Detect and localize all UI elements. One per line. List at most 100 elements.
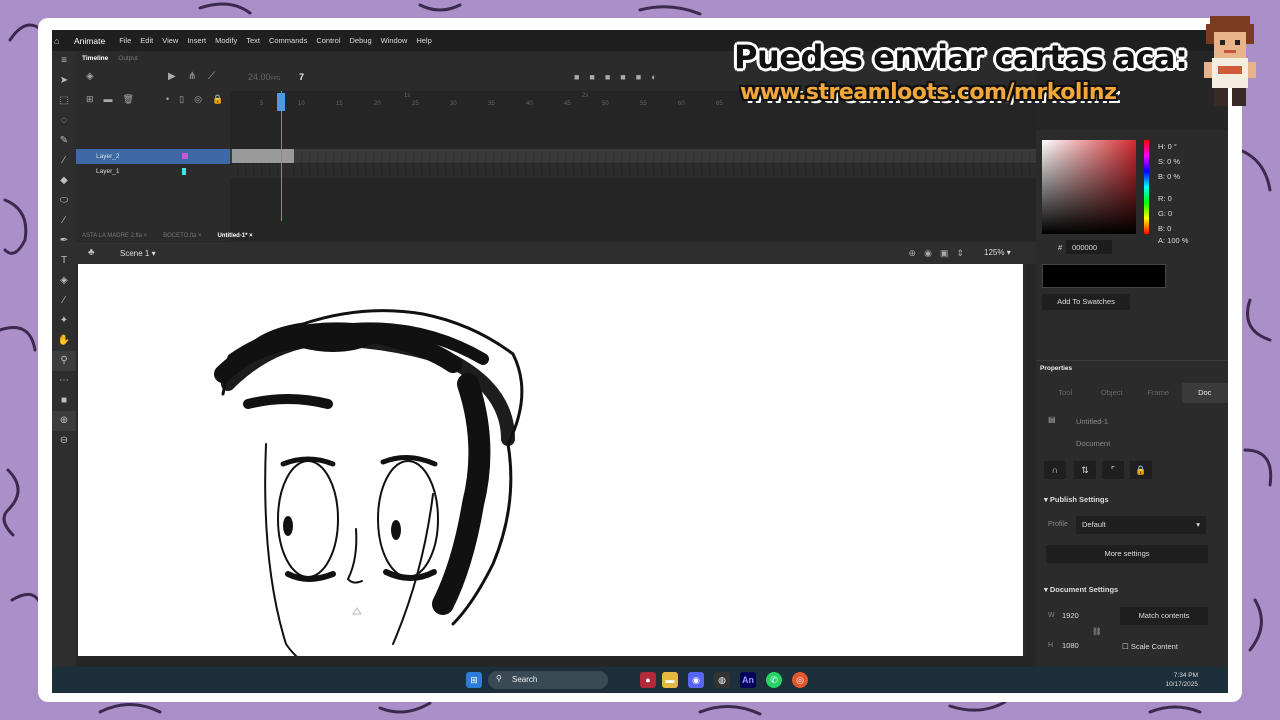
chrome-icon[interactable]: ◎ bbox=[792, 672, 808, 688]
tab-output[interactable]: Output bbox=[118, 55, 138, 62]
saturation-value[interactable]: S: 0 % bbox=[1158, 157, 1180, 166]
scene-selector[interactable]: Scene 1 ▾ bbox=[120, 249, 156, 258]
oval-tool-icon[interactable]: ⬭ bbox=[52, 191, 76, 211]
menu-insert[interactable]: Insert bbox=[187, 36, 206, 45]
lock-doc-icon[interactable]: 🔒 bbox=[1130, 461, 1152, 479]
highlight-icon[interactable]: • bbox=[166, 94, 169, 105]
brush-icon[interactable]: ✎ bbox=[52, 131, 76, 151]
tab-object[interactable]: Object bbox=[1089, 383, 1136, 403]
scale-content-checkbox[interactable]: ☐ Scale Content bbox=[1122, 642, 1178, 651]
playback-controls[interactable]: ■■■■■◐ bbox=[574, 72, 667, 82]
corner-icon[interactable]: ⌜ bbox=[1102, 461, 1124, 479]
visibility-icon[interactable]: ◎ bbox=[194, 94, 202, 105]
selection-tool-icon[interactable]: ➤ bbox=[52, 71, 76, 91]
green-value[interactable]: G: 0 bbox=[1158, 209, 1172, 218]
hex-input[interactable]: 000000 bbox=[1066, 240, 1112, 254]
menu-text[interactable]: Text bbox=[246, 36, 260, 45]
obs-icon[interactable]: ◍ bbox=[714, 672, 730, 688]
frame-row-layer2[interactable] bbox=[230, 149, 1036, 163]
red-value[interactable]: R: 0 bbox=[1158, 194, 1172, 203]
pen-tool-icon[interactable]: ✒ bbox=[52, 231, 76, 251]
graph-icon[interactable]: ⟋ bbox=[208, 71, 215, 82]
hand-tool-icon[interactable]: ✋ bbox=[52, 331, 76, 351]
more-tools-icon[interactable]: ⋯ bbox=[52, 371, 76, 391]
menu-modify[interactable]: Modify bbox=[215, 36, 237, 45]
color-picker[interactable] bbox=[1042, 140, 1136, 234]
menu-view[interactable]: View bbox=[162, 36, 178, 45]
eyedropper-icon[interactable]: ⁄ bbox=[52, 291, 76, 311]
menu-debug[interactable]: Debug bbox=[350, 36, 372, 45]
hue-slider[interactable] bbox=[1144, 140, 1149, 234]
alpha-value[interactable]: A: 100 % bbox=[1158, 236, 1188, 245]
tab-frame[interactable]: Frame bbox=[1135, 383, 1182, 403]
system-clock[interactable]: 7:34 PM 10/17/2025 bbox=[1165, 671, 1198, 689]
app-icon[interactable]: ● bbox=[640, 672, 656, 688]
menu-commands[interactable]: Commands bbox=[269, 36, 307, 45]
menu-control[interactable]: Control bbox=[316, 36, 340, 45]
menu-file[interactable]: File bbox=[119, 36, 131, 45]
discord-icon[interactable]: ◉ bbox=[688, 672, 704, 688]
height-value[interactable]: 1080 bbox=[1062, 641, 1079, 650]
keyframe-span[interactable] bbox=[232, 149, 294, 163]
layer-row-layer1[interactable]: Layer_1 bbox=[76, 164, 230, 179]
new-folder-icon[interactable]: ▬ bbox=[104, 94, 113, 105]
snap-icon[interactable]: ∩ bbox=[1044, 461, 1066, 479]
doc-tab-active[interactable]: Untitled-1* × bbox=[218, 233, 253, 239]
frame-row-layer1[interactable] bbox=[230, 164, 1036, 178]
free-transform-icon[interactable]: ⬚ bbox=[52, 91, 76, 111]
current-frame[interactable]: 7 bbox=[299, 72, 304, 82]
profile-dropdown[interactable]: Default ▾ bbox=[1076, 516, 1206, 534]
document-settings-header[interactable]: ▾ Document Settings bbox=[1044, 585, 1118, 594]
menu-toggle-icon[interactable]: ≡ bbox=[52, 51, 76, 71]
zoom-tool-icon[interactable]: ⚲ bbox=[52, 351, 76, 371]
doc-tab[interactable]: BOCETO.fla × bbox=[163, 233, 201, 239]
align-icon[interactable]: ⇅ bbox=[1074, 461, 1096, 479]
hue-value[interactable]: H: 0 ° bbox=[1158, 142, 1177, 151]
layers-icon[interactable]: ◈ bbox=[86, 71, 94, 82]
tab-doc[interactable]: Doc bbox=[1181, 383, 1228, 403]
zoom-select[interactable]: 125% ▾ bbox=[984, 248, 1024, 257]
publish-settings-header[interactable]: ▾ Publish Settings bbox=[1044, 495, 1109, 504]
file-explorer-icon[interactable]: ▬ bbox=[662, 672, 678, 688]
tab-tool[interactable]: Tool bbox=[1042, 383, 1089, 403]
paint-brush-icon[interactable]: ⁄ bbox=[52, 151, 76, 171]
line-tool-icon[interactable]: ∕ bbox=[52, 211, 76, 231]
camera-icon[interactable]: ▶ bbox=[168, 71, 176, 82]
zoom-out-icon[interactable]: ⊖ bbox=[52, 431, 76, 451]
match-contents-button[interactable]: Match contents bbox=[1120, 607, 1208, 625]
home-icon[interactable]: ⌂ bbox=[54, 36, 66, 46]
add-to-swatches-button[interactable]: Add To Swatches bbox=[1042, 294, 1130, 310]
taskbar-search[interactable]: ⚲ Search bbox=[488, 671, 608, 689]
whatsapp-icon[interactable]: ✆ bbox=[766, 672, 782, 688]
windows-start-icon[interactable]: ⊞ bbox=[466, 672, 482, 688]
lasso-icon[interactable]: ◌ bbox=[52, 111, 76, 131]
eraser-icon[interactable]: ◆ bbox=[52, 171, 76, 191]
canvas-stage[interactable] bbox=[78, 264, 1023, 656]
menu-edit[interactable]: Edit bbox=[140, 36, 153, 45]
more-settings-button[interactable]: More settings bbox=[1046, 545, 1208, 563]
lock-icon[interactable]: 🔒 bbox=[212, 94, 223, 105]
blue-value[interactable]: B: 0 bbox=[1158, 224, 1171, 233]
text-tool-icon[interactable]: T bbox=[52, 251, 76, 271]
new-layer-icon[interactable]: ⊞ bbox=[86, 94, 94, 105]
delete-layer-icon[interactable]: 🗑 bbox=[123, 94, 134, 105]
tab-timeline[interactable]: Timeline bbox=[82, 55, 108, 62]
layer-row-layer2[interactable]: Layer_2 bbox=[76, 149, 230, 164]
width-label: W bbox=[1048, 612, 1055, 619]
stage-tools-icons[interactable]: ⊕◉▣⇕ bbox=[909, 248, 972, 259]
animate-app-icon[interactable]: An bbox=[740, 672, 756, 688]
doc-tab[interactable]: ASTA LA MADRE 2.fla × bbox=[82, 233, 147, 239]
link-icon[interactable]: ⛓ bbox=[1092, 627, 1102, 636]
brightness-value[interactable]: B: 0 % bbox=[1158, 172, 1180, 181]
parenting-icon[interactable]: ⋔ bbox=[188, 71, 196, 82]
pin-icon[interactable]: ✦ bbox=[52, 311, 76, 331]
menu-window[interactable]: Window bbox=[381, 36, 408, 45]
paint-bucket-icon[interactable]: ◈ bbox=[52, 271, 76, 291]
menu-help[interactable]: Help bbox=[416, 36, 431, 45]
stroke-fill-swatch[interactable]: ■ bbox=[52, 391, 76, 411]
fps-readout[interactable]: 24.00FPS bbox=[248, 72, 280, 82]
width-value[interactable]: 1920 bbox=[1062, 611, 1079, 620]
outline-icon[interactable]: ▯ bbox=[179, 94, 184, 105]
scene-icon[interactable]: ♣ bbox=[88, 247, 95, 258]
zoom-in-icon[interactable]: ⊕ bbox=[52, 411, 76, 431]
